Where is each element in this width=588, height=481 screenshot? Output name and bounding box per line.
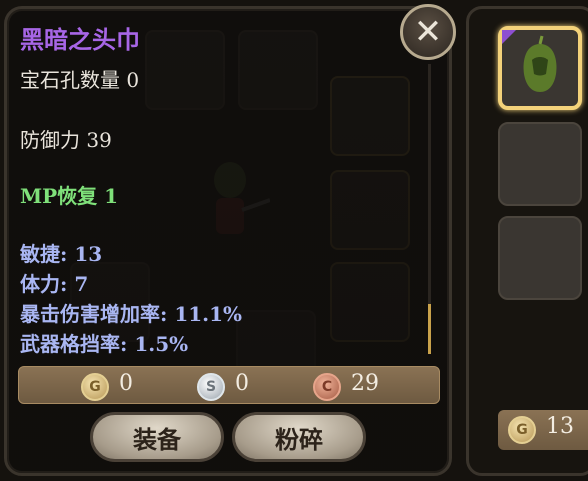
scrollbar-thumb[interactable] — [428, 304, 431, 354]
side-gold-amount: 13 — [546, 414, 574, 439]
silver-amount: 0 — [235, 371, 249, 396]
socket-count: 宝石孔数量 0 — [20, 68, 140, 92]
copper-amount: 29 — [351, 371, 379, 396]
rarity-corner — [502, 30, 516, 44]
close-icon: ✕ — [413, 12, 443, 52]
tooltip-scrollbar[interactable] — [428, 64, 431, 354]
mp-regen-stat: MP恢复 1 — [20, 184, 119, 208]
gold-coin-icon: G — [81, 373, 109, 401]
stat-line: 暴击伤害增加率: 11.1% — [20, 302, 243, 326]
silver-coin-icon: S — [197, 373, 225, 401]
game-screen: 黑暗之头巾 宝石孔数量 0 防御力 39 MP恢复 1 敏捷: 13 体力: 7… — [0, 0, 588, 481]
stat-line: 敏捷: 13 — [20, 242, 103, 266]
price-bar: G 0 S 0 C 29 — [18, 366, 440, 404]
copper-coin-icon: C — [313, 373, 341, 401]
inventory-slot[interactable] — [498, 216, 582, 300]
gold-coin-icon: G — [508, 416, 536, 444]
stat-line: 体力: 7 — [20, 272, 89, 296]
item-name: 黑暗之头巾 — [20, 25, 140, 54]
gold-amount: 0 — [119, 371, 133, 396]
equip-button[interactable]: 装备 — [90, 412, 224, 462]
defense-value: 防御力 39 — [20, 128, 112, 152]
selected-item-slot[interactable] — [498, 26, 582, 110]
inventory-slot[interactable] — [498, 122, 582, 206]
stat-line: 武器格挡率: 1.5% — [20, 332, 189, 356]
dismantle-button[interactable]: 粉碎 — [232, 412, 366, 462]
close-button[interactable]: ✕ — [400, 4, 456, 60]
side-gold-bar: G 13 — [498, 410, 588, 450]
